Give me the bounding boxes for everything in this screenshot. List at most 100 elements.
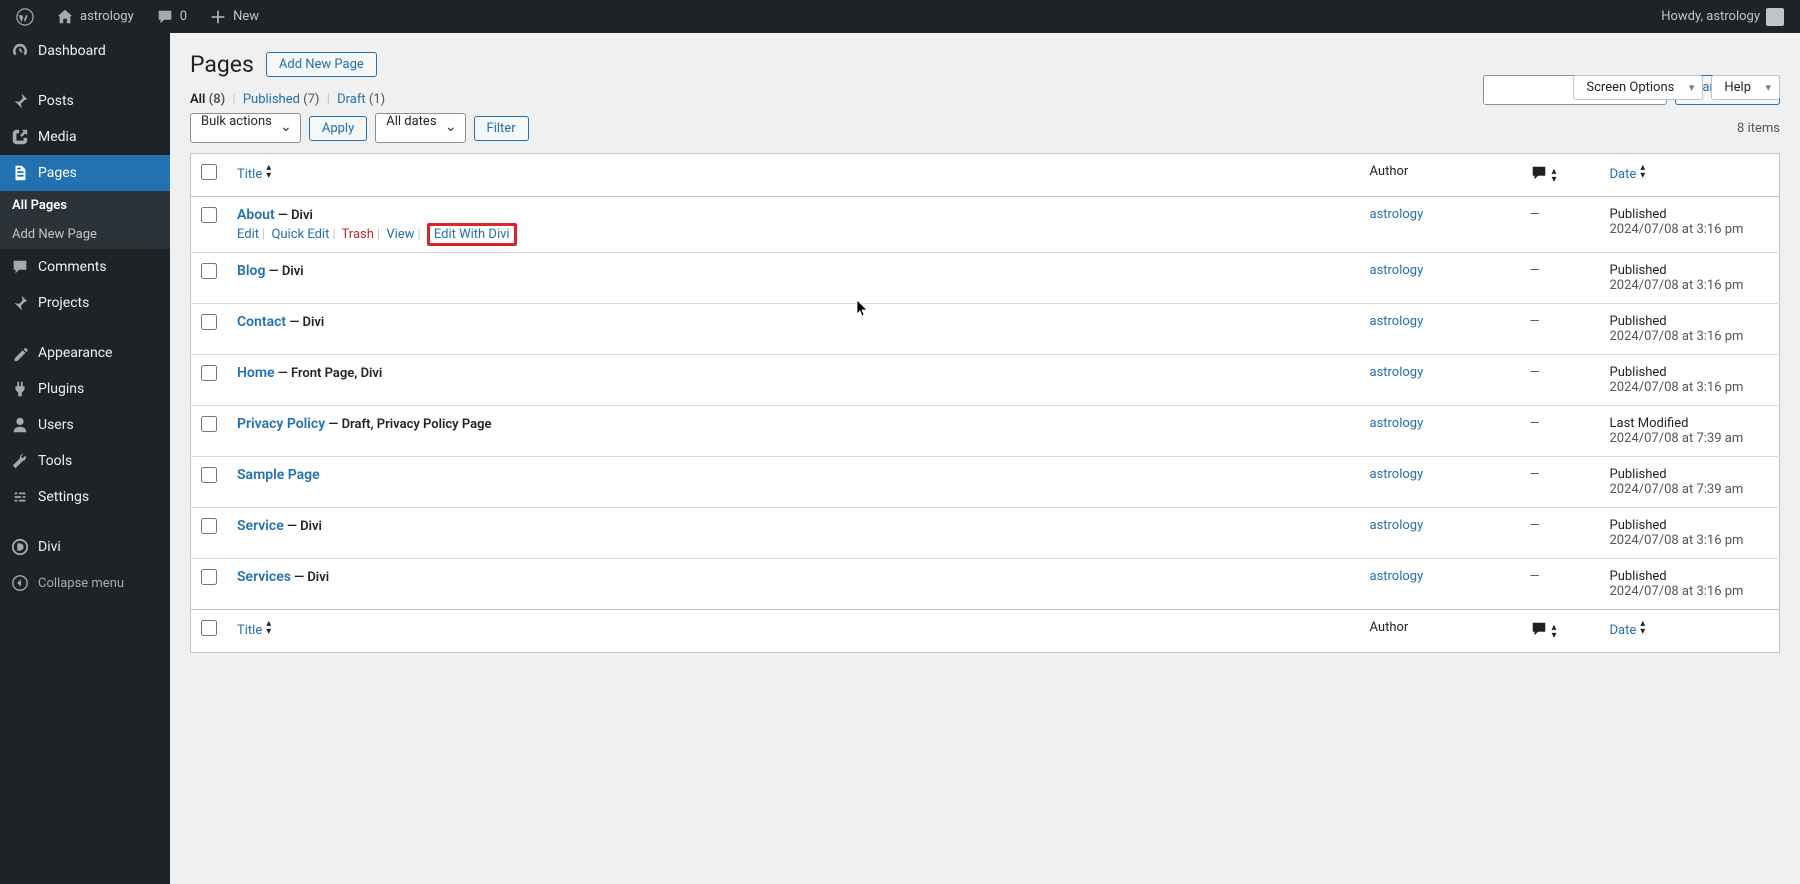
title-suffix: — Divi (284, 519, 322, 534)
plugins-icon (10, 379, 30, 399)
page-title-link[interactable]: Sample Page (237, 467, 320, 483)
row-checkbox[interactable] (201, 263, 217, 279)
author-link[interactable]: astrology (1370, 314, 1424, 329)
date-timestamp: 2024/07/08 at 3:16 pm (1610, 584, 1770, 599)
table-row: About — Divi Edit| Quick Edit| Trash| Vi… (191, 197, 1780, 253)
menu-projects[interactable]: Projects (0, 285, 170, 321)
date-status: Published (1610, 569, 1770, 584)
menu-settings[interactable]: Settings (0, 479, 170, 515)
author-link[interactable]: astrology (1370, 569, 1424, 584)
comments-shortcut[interactable]: 0 (148, 8, 195, 26)
action-trash[interactable]: Trash (342, 227, 374, 242)
col-title-foot[interactable]: Title▴▾ (227, 610, 1360, 653)
admin-sidebar: Dashboard Posts Media Pages All Pages Ad… (0, 33, 170, 884)
media-icon (10, 127, 30, 147)
menu-collapse[interactable]: Collapse menu (0, 565, 170, 601)
date-status: Published (1610, 518, 1770, 533)
filter-draft[interactable]: Draft (1) (337, 92, 385, 107)
col-date-foot[interactable]: Date▴▾ (1600, 610, 1780, 653)
row-checkbox[interactable] (201, 207, 217, 223)
appearance-icon (10, 343, 30, 363)
action-view[interactable]: View (386, 227, 414, 242)
row-checkbox[interactable] (201, 467, 217, 483)
menu-appearance[interactable]: Appearance (0, 335, 170, 371)
col-title[interactable]: Title▴▾ (227, 154, 1360, 197)
menu-posts[interactable]: Posts (0, 83, 170, 119)
page-title-link[interactable]: About (237, 207, 275, 223)
page-title-link[interactable]: Services (237, 569, 291, 585)
comments-value: — (1530, 314, 1540, 329)
submenu-add-new[interactable]: Add New Page (0, 220, 170, 249)
page-title-link[interactable]: Privacy Policy (237, 416, 325, 432)
dates-select[interactable]: All dates (375, 113, 465, 143)
menu-users[interactable]: Users (0, 407, 170, 443)
menu-comments[interactable]: Comments (0, 249, 170, 285)
new-shortcut[interactable]: New (201, 8, 267, 26)
row-checkbox[interactable] (201, 518, 217, 534)
filter-button[interactable]: Filter (474, 116, 529, 141)
wp-logo[interactable] (8, 8, 42, 26)
author-link[interactable]: astrology (1370, 467, 1424, 482)
page-title-link[interactable]: Blog (237, 263, 265, 279)
author-link[interactable]: astrology (1370, 365, 1424, 380)
date-timestamp: 2024/07/08 at 3:16 pm (1610, 380, 1770, 395)
greeting[interactable]: Howdy, astrology (1653, 8, 1792, 26)
date-timestamp: 2024/07/08 at 3:16 pm (1610, 222, 1770, 237)
col-comments[interactable]: ▴▾ (1520, 154, 1600, 197)
admin-topbar: astrology 0 New Howdy, astrology (0, 0, 1800, 33)
filter-all[interactable]: All (8) (190, 92, 225, 107)
page-title-link[interactable]: Contact (237, 314, 286, 330)
avatar (1766, 8, 1784, 26)
row-checkbox[interactable] (201, 365, 217, 381)
table-row: Home — Front Page, Divi astrology — Publ… (191, 355, 1780, 406)
row-checkbox[interactable] (201, 416, 217, 432)
menu-pages[interactable]: Pages (0, 155, 170, 191)
menu-plugins[interactable]: Plugins (0, 371, 170, 407)
help-button[interactable]: Help (1711, 75, 1780, 100)
table-row: Blog — Divi astrology — Published2024/07… (191, 253, 1780, 304)
submenu-all-pages[interactable]: All Pages (0, 191, 170, 220)
author-link[interactable]: astrology (1370, 263, 1424, 278)
title-suffix: — Divi (291, 570, 329, 585)
date-status: Published (1610, 314, 1770, 329)
row-checkbox[interactable] (201, 569, 217, 585)
collapse-icon (10, 573, 30, 593)
page-title-link[interactable]: Service (237, 518, 284, 534)
filter-published[interactable]: Published (7) (243, 92, 320, 107)
action-quick-edit[interactable]: Quick Edit (271, 227, 329, 242)
col-comments-foot[interactable]: ▴▾ (1520, 610, 1600, 653)
author-link[interactable]: astrology (1370, 416, 1424, 431)
row-checkbox[interactable] (201, 314, 217, 330)
col-date[interactable]: Date▴▾ (1600, 154, 1780, 197)
pages-submenu: All Pages Add New Page (0, 191, 170, 249)
page-title: Pages (190, 51, 254, 78)
author-link[interactable]: astrology (1370, 207, 1424, 222)
date-status: Published (1610, 467, 1770, 482)
menu-dashboard[interactable]: Dashboard (0, 33, 170, 69)
add-new-button[interactable]: Add New Page (266, 52, 377, 77)
bulk-actions-select[interactable]: Bulk actions (190, 113, 301, 143)
sort-icon: ▴▾ (1640, 620, 1645, 636)
col-author-foot: Author (1360, 610, 1520, 653)
date-timestamp: 2024/07/08 at 3:16 pm (1610, 329, 1770, 344)
menu-tools[interactable]: Tools (0, 443, 170, 479)
menu-media[interactable]: Media (0, 119, 170, 155)
menu-divi[interactable]: Divi (0, 529, 170, 565)
apply-button[interactable]: Apply (309, 116, 367, 141)
date-status: Published (1610, 207, 1770, 222)
screen-options-button[interactable]: Screen Options (1573, 75, 1703, 100)
select-all-top[interactable] (201, 164, 217, 180)
comments-value: — (1530, 467, 1540, 482)
page-title-link[interactable]: Home (237, 365, 275, 381)
action-edit[interactable]: Edit (237, 227, 259, 242)
home-icon (56, 8, 74, 26)
tools-icon (10, 451, 30, 471)
site-link[interactable]: astrology (48, 8, 142, 26)
author-link[interactable]: astrology (1370, 518, 1424, 533)
title-suffix: — Front Page, Divi (275, 366, 383, 381)
divi-icon (10, 537, 30, 557)
select-all-bottom[interactable] (201, 620, 217, 636)
users-icon (10, 415, 30, 435)
date-status: Last Modified (1610, 416, 1770, 431)
action-edit-divi[interactable]: Edit With Divi (427, 223, 517, 246)
